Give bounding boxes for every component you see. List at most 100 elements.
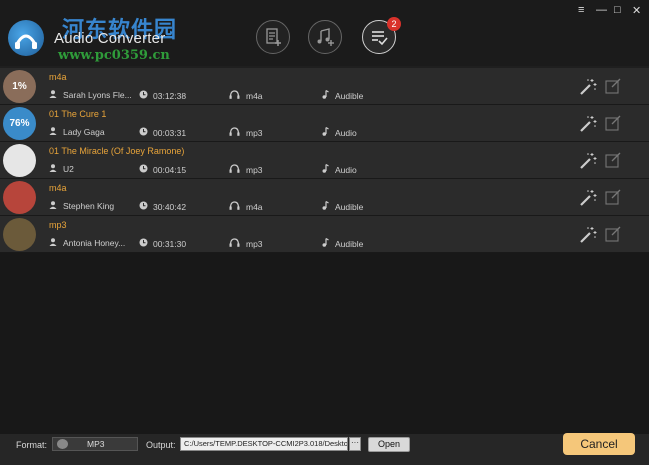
list-item[interactable]: 1% m4a Sarah Lyons Fle... 03:12:38 m4a A…	[0, 68, 649, 105]
headphones-icon	[229, 201, 242, 212]
album-thumbnail	[3, 218, 36, 251]
artist-name: U2	[63, 164, 74, 174]
artist-field: Lady Gaga	[49, 127, 105, 137]
genre-field: Audible	[321, 200, 364, 212]
add-music-icon	[317, 28, 334, 46]
album-thumbnail	[3, 181, 36, 214]
clock-icon	[139, 238, 149, 249]
edit-icon[interactable]	[605, 226, 621, 242]
cancel-button[interactable]: Cancel	[563, 433, 635, 455]
music-note-icon	[321, 89, 331, 101]
progress-label	[3, 218, 36, 251]
format-select[interactable]: MP3	[52, 437, 138, 451]
artist-name: Stephen King	[63, 201, 115, 211]
add-music-button[interactable]	[308, 20, 342, 54]
format-label: Format:	[16, 440, 48, 450]
edit-icon[interactable]	[605, 152, 621, 168]
progress-label	[3, 181, 36, 214]
magic-wand-icon[interactable]	[578, 188, 598, 208]
duration-value: 03:12:38	[153, 91, 187, 101]
track-title: 01 The Miracle (Of Joey Ramone)	[49, 146, 185, 156]
watermark-url: www.pc0359.cn	[58, 48, 170, 63]
clock-icon	[139, 90, 149, 101]
track-title: 01 The Cure 1	[49, 109, 107, 119]
music-note-icon	[321, 200, 331, 212]
converted-list-icon	[372, 31, 388, 46]
duration-field: 30:40:42	[139, 201, 186, 212]
clock-icon	[139, 127, 149, 138]
list-item[interactable]: mp3 Antonia Honey... 00:31:30 mp3 Audibl…	[0, 216, 649, 253]
format-field: m4a	[229, 90, 263, 101]
genre-field: Audible	[321, 89, 364, 101]
format-value: mp3	[246, 128, 263, 138]
artist-name: Antonia Honey...	[63, 238, 126, 248]
person-icon	[49, 201, 59, 211]
edit-icon[interactable]	[605, 115, 621, 131]
duration-field: 00:03:31	[139, 127, 186, 138]
browse-button[interactable]: ···	[349, 437, 361, 451]
music-note-icon	[321, 163, 331, 175]
clock-icon	[139, 164, 149, 175]
maximize-button[interactable]: □	[614, 4, 621, 16]
magic-wand-icon[interactable]	[578, 77, 598, 97]
track-title: m4a	[49, 72, 67, 82]
progress-label: 1%	[12, 81, 27, 92]
artist-field: U2	[49, 164, 74, 174]
add-file-icon	[266, 28, 281, 46]
magic-wand-icon[interactable]	[578, 151, 598, 171]
duration-value: 00:04:15	[153, 165, 187, 175]
format-value: MP3	[87, 439, 105, 449]
duration-field: 00:31:30	[139, 238, 186, 249]
album-thumbnail: 1%	[3, 70, 36, 103]
artist-name: Lady Gaga	[63, 127, 105, 137]
notification-badge: 2	[387, 17, 401, 31]
person-icon	[49, 127, 59, 137]
format-field: mp3	[229, 164, 263, 175]
duration-value: 00:31:30	[153, 239, 187, 249]
menu-button[interactable]: ≡	[578, 4, 584, 16]
album-thumbnail: 76%	[3, 107, 36, 140]
title-bar: 河东软件园 Audio Converter www.pc0359.cn 2 ≡ …	[0, 0, 649, 66]
format-field: mp3	[229, 127, 263, 138]
list-item[interactable]: m4a Stephen King 30:40:42 m4a Audible	[0, 179, 649, 216]
artist-name: Sarah Lyons Fle...	[63, 90, 132, 100]
list-item[interactable]: 76% 01 The Cure 1 Lady Gaga 00:03:31 mp3…	[0, 105, 649, 142]
format-field: mp3	[229, 238, 263, 249]
minimize-button[interactable]: —	[596, 4, 607, 16]
artist-field: Sarah Lyons Fle...	[49, 90, 132, 100]
format-value: mp3	[246, 165, 263, 175]
list-item[interactable]: 01 The Miracle (Of Joey Ramone) U2 00:04…	[0, 142, 649, 179]
artist-field: Antonia Honey...	[49, 238, 125, 248]
genre-field: Audio	[321, 163, 357, 175]
close-button[interactable]: ✕	[632, 4, 641, 17]
genre-value: Audible	[335, 91, 364, 101]
open-button[interactable]: Open	[368, 437, 410, 452]
clock-icon	[139, 201, 149, 212]
genre-value: Audible	[335, 239, 364, 249]
genre-value: Audio	[335, 128, 357, 138]
album-thumbnail	[3, 144, 36, 177]
format-icon	[57, 439, 68, 449]
edit-icon[interactable]	[605, 189, 621, 205]
person-icon	[49, 238, 59, 248]
output-label: Output:	[146, 440, 176, 450]
converted-list-button[interactable]: 2	[362, 17, 401, 54]
magic-wand-icon[interactable]	[578, 114, 598, 134]
headphones-icon	[229, 90, 242, 101]
headphones-icon	[229, 164, 242, 175]
duration-value: 00:03:31	[153, 128, 187, 138]
headphones-icon	[229, 127, 242, 138]
output-path-field[interactable]: C:/Users/TEMP.DESKTOP-CCMI2P3.018/Deskto	[180, 437, 348, 451]
magic-wand-icon[interactable]	[578, 225, 598, 245]
format-value: m4a	[246, 202, 263, 212]
format-value: mp3	[246, 239, 263, 249]
genre-value: Audible	[335, 202, 364, 212]
edit-icon[interactable]	[605, 78, 621, 94]
add-files-button[interactable]	[256, 20, 290, 54]
genre-value: Audio	[335, 165, 357, 175]
progress-label	[3, 144, 36, 177]
format-field: m4a	[229, 201, 263, 212]
headphones-icon	[229, 238, 242, 249]
app-logo	[8, 20, 44, 56]
duration-field: 03:12:38	[139, 90, 186, 101]
